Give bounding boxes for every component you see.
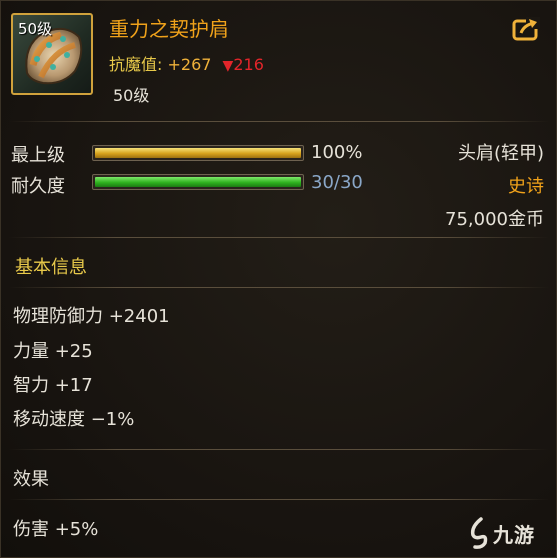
attr-strength: 力量 +25	[13, 341, 93, 362]
watermark-text: 九游	[493, 522, 535, 547]
grade-label: 最上级	[11, 145, 65, 166]
divider-top	[9, 121, 549, 122]
divider-basic	[9, 237, 549, 238]
rarity: 史诗	[508, 176, 544, 197]
magic-resist-label: 抗魔值:	[109, 55, 163, 74]
magic-resist-stat: 抗魔值: +267 ▼216	[109, 51, 264, 75]
grade-bar	[92, 145, 304, 161]
item-tooltip: 50级 重力之契护肩 抗魔值: +267 ▼216 50级 最上级 100% 头…	[0, 0, 557, 558]
basic-info-title: 基本信息	[15, 257, 87, 278]
durability-label: 耐久度	[11, 176, 65, 197]
effects-title: 效果	[13, 469, 49, 490]
divider-effects	[9, 449, 549, 450]
equip-slot: 头肩(轻甲)	[457, 143, 544, 164]
durability-bar	[92, 174, 304, 190]
attr-move-speed: 移动速度 −1%	[13, 409, 135, 430]
durability-value: 30/30	[311, 172, 363, 193]
magic-resist-value: +267	[167, 55, 212, 74]
share-arrow-icon[interactable]	[512, 17, 540, 41]
attr-intelligence: 智力 +17	[13, 375, 93, 396]
item-name: 重力之契护肩	[109, 17, 229, 41]
jiuyou-logo-icon	[470, 517, 488, 549]
grade-bar-fill	[95, 148, 301, 158]
item-icon[interactable]: 50级	[11, 13, 93, 95]
effect-damage: 伤害 +5%	[13, 519, 99, 540]
magic-resist-diff: 216	[233, 55, 264, 74]
attr-physical-defense: 物理防御力 +2401	[13, 306, 170, 327]
grade-value: 100%	[311, 142, 363, 163]
divider-effects-inner	[9, 499, 549, 500]
icon-level-label: 50级	[18, 20, 53, 38]
required-level: 50级	[113, 86, 150, 105]
down-arrow-icon: ▼	[222, 58, 234, 74]
watermark: 九游	[467, 513, 553, 553]
divider-basic-inner	[9, 287, 549, 288]
durability-bar-fill	[95, 177, 301, 187]
price: 75,000金币	[445, 209, 544, 230]
